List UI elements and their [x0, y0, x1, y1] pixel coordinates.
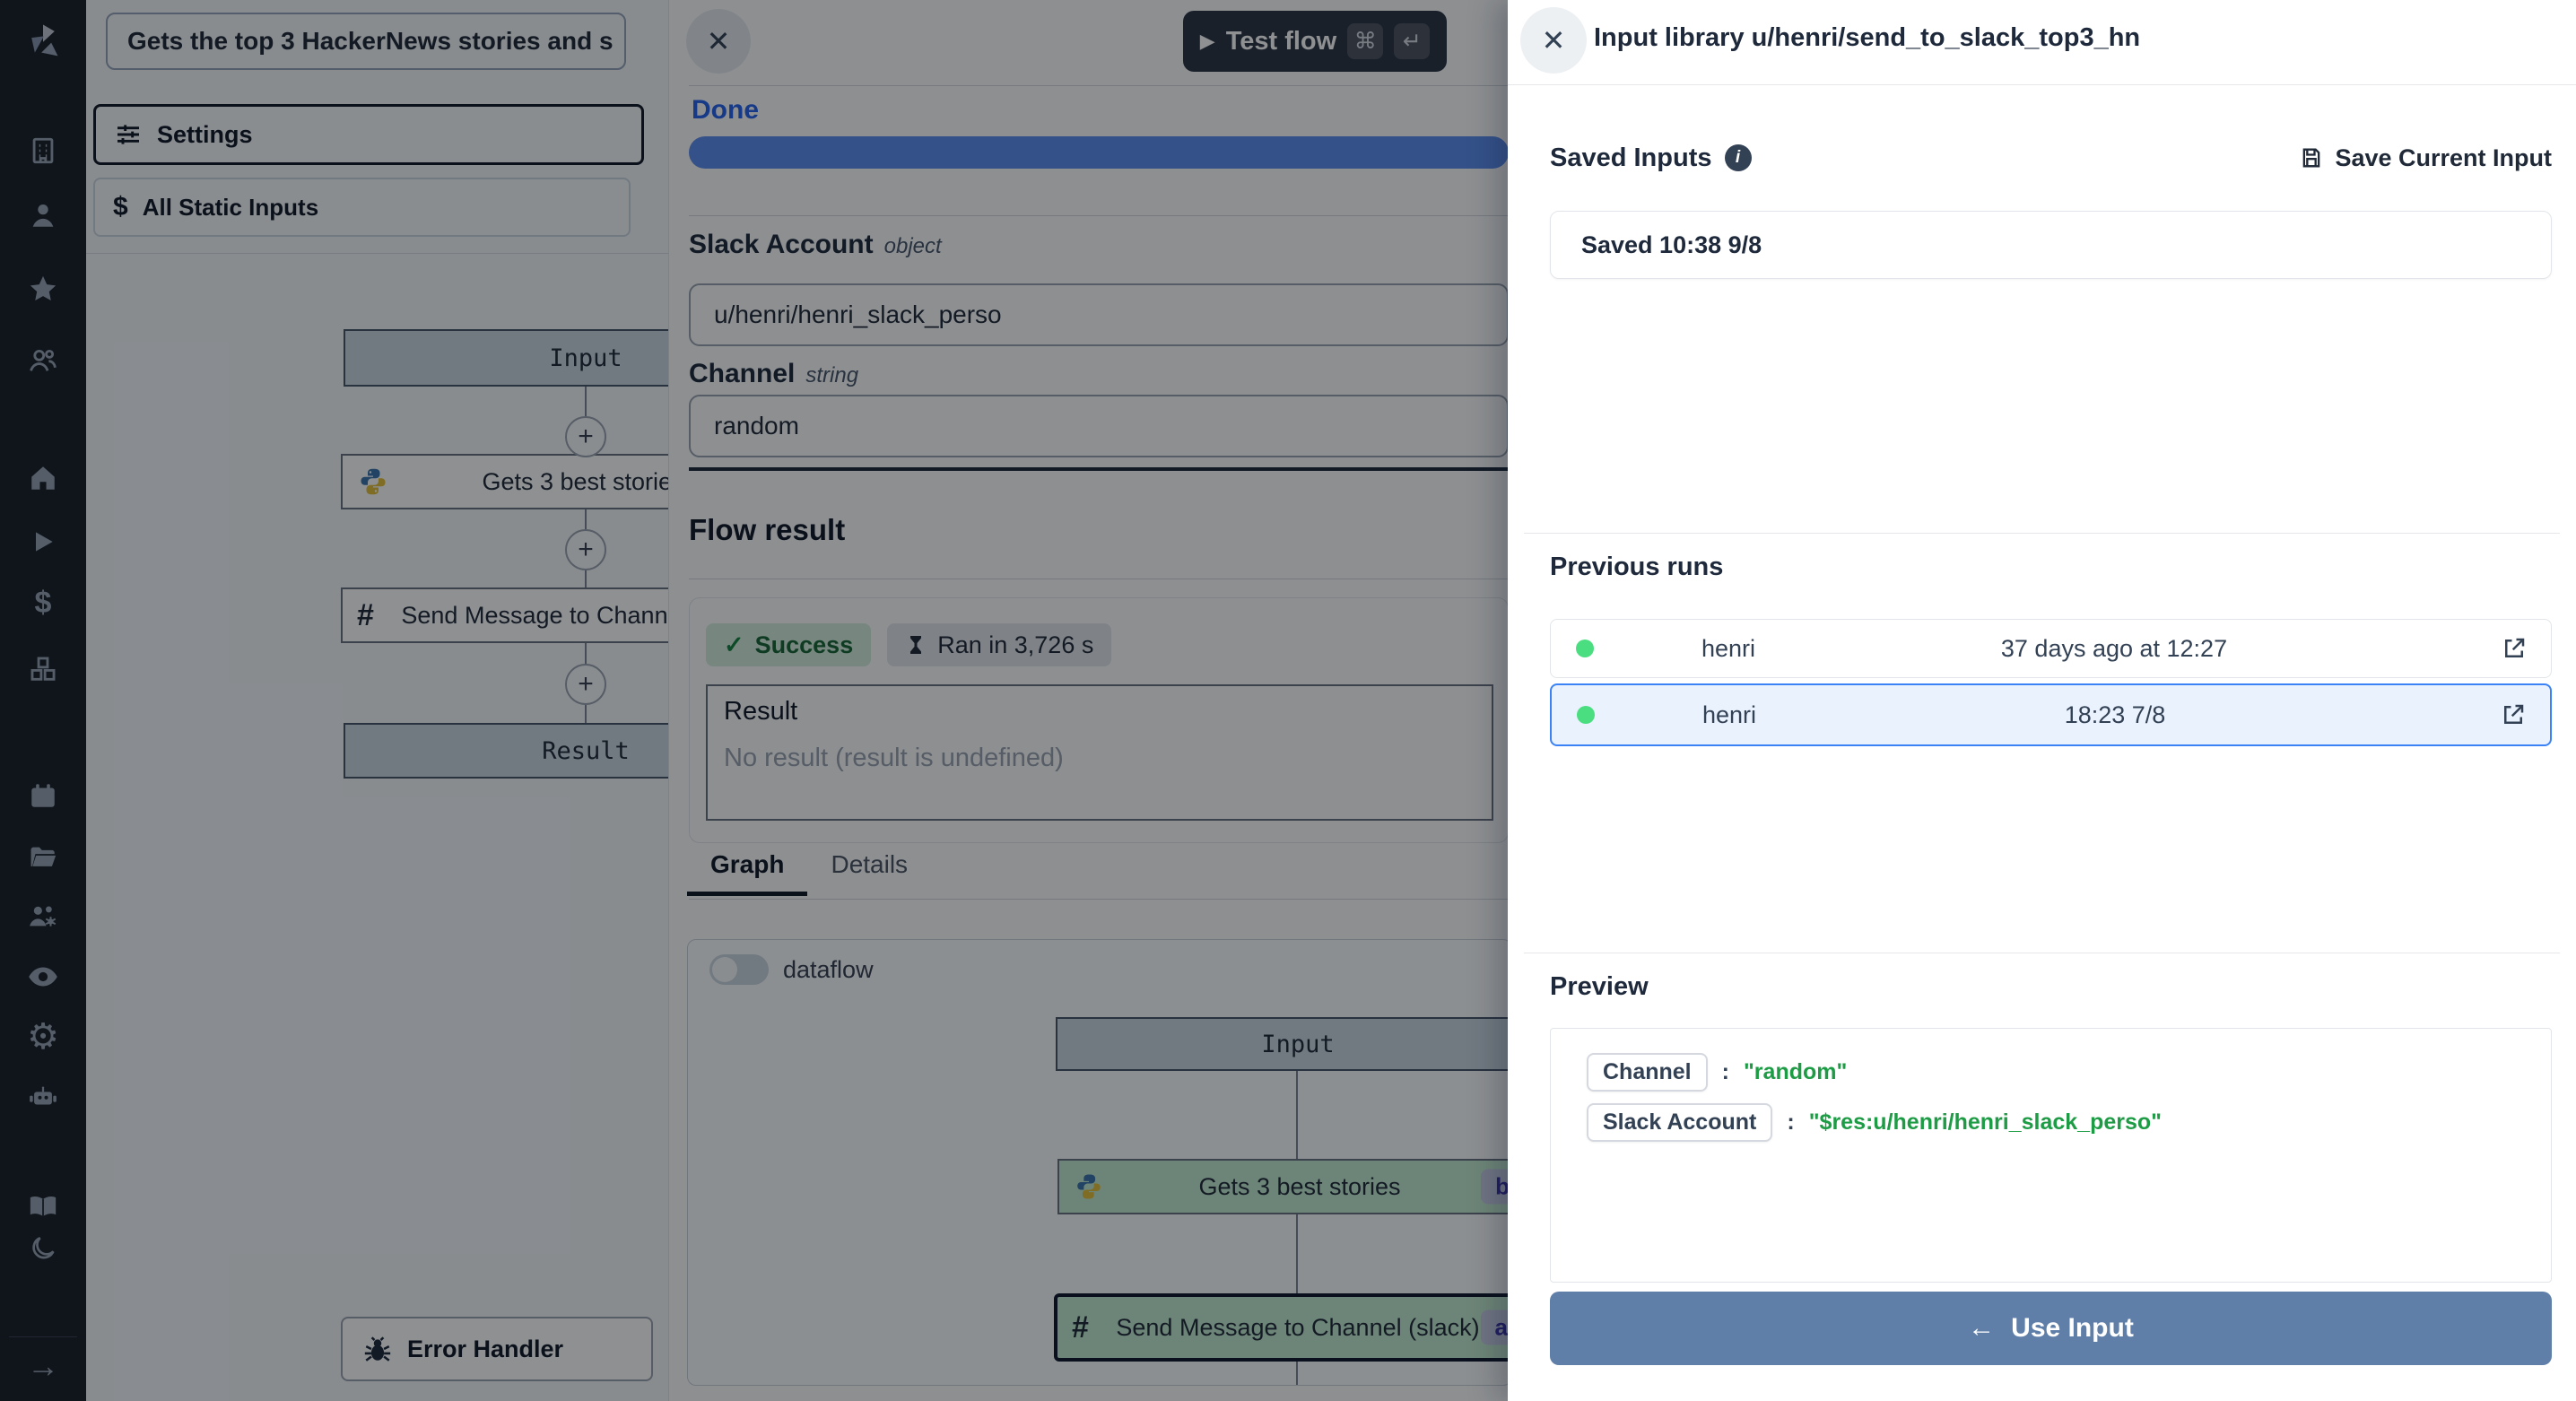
- save-button-label: Save Current Input: [2335, 144, 2552, 172]
- colon: :: [1787, 1109, 1794, 1136]
- run-user: henri: [1595, 701, 1864, 729]
- preview-key: Slack Account: [1587, 1103, 1772, 1142]
- external-link-icon[interactable]: [2500, 701, 2527, 728]
- success-dot-icon: [1576, 640, 1594, 657]
- saved-inputs-heading: Saved Inputs: [1550, 144, 1712, 173]
- success-dot-icon: [1577, 706, 1595, 724]
- previous-runs-heading: Previous runs: [1550, 553, 1723, 582]
- modal-dim-overlay[interactable]: [0, 0, 1508, 1401]
- preview-key: Channel: [1587, 1053, 1708, 1092]
- previous-run-row[interactable]: henri 37 days ago at 12:27: [1550, 619, 2552, 678]
- preview-entry: Channel : "random": [1587, 1047, 2551, 1097]
- save-icon: [2299, 145, 2324, 170]
- info-icon[interactable]: i: [1725, 144, 1752, 171]
- run-time: 18:23 7/8: [1864, 701, 2366, 729]
- colon: :: [1722, 1059, 1729, 1085]
- external-link-icon[interactable]: [2501, 635, 2528, 662]
- previous-run-row-selected[interactable]: henri 18:23 7/8: [1550, 683, 2552, 746]
- saved-input-label: Saved 10:38 9/8: [1581, 231, 1762, 259]
- preview-box: Channel : "random" Slack Account : "$res…: [1550, 1028, 2552, 1283]
- input-library-panel: ✕ Input library u/henri/send_to_slack_to…: [1508, 0, 2576, 1401]
- divider: [1508, 84, 2576, 85]
- use-input-button[interactable]: ← Use Input: [1550, 1292, 2552, 1365]
- close-icon[interactable]: ✕: [1520, 7, 1587, 74]
- panel-title: Input library u/henri/send_to_slack_top3…: [1594, 23, 2140, 53]
- divider: [1524, 533, 2560, 534]
- run-user: henri: [1594, 635, 1863, 663]
- preview-value: "$res:u/henri/henri_slack_perso": [1809, 1109, 2162, 1136]
- use-input-label: Use Input: [2011, 1313, 2134, 1344]
- save-current-input-button[interactable]: Save Current Input: [2299, 144, 2552, 172]
- preview-entry: Slack Account : "$res:u/henri/henri_slac…: [1587, 1097, 2551, 1147]
- app-root: $: [0, 0, 2576, 1401]
- run-time: 37 days ago at 12:27: [1863, 635, 2365, 663]
- preview-heading: Preview: [1550, 972, 1649, 1002]
- preview-value: "random": [1744, 1059, 1847, 1085]
- arrow-left-icon: ←: [1968, 1313, 1995, 1344]
- saved-input-item[interactable]: Saved 10:38 9/8: [1550, 211, 2552, 279]
